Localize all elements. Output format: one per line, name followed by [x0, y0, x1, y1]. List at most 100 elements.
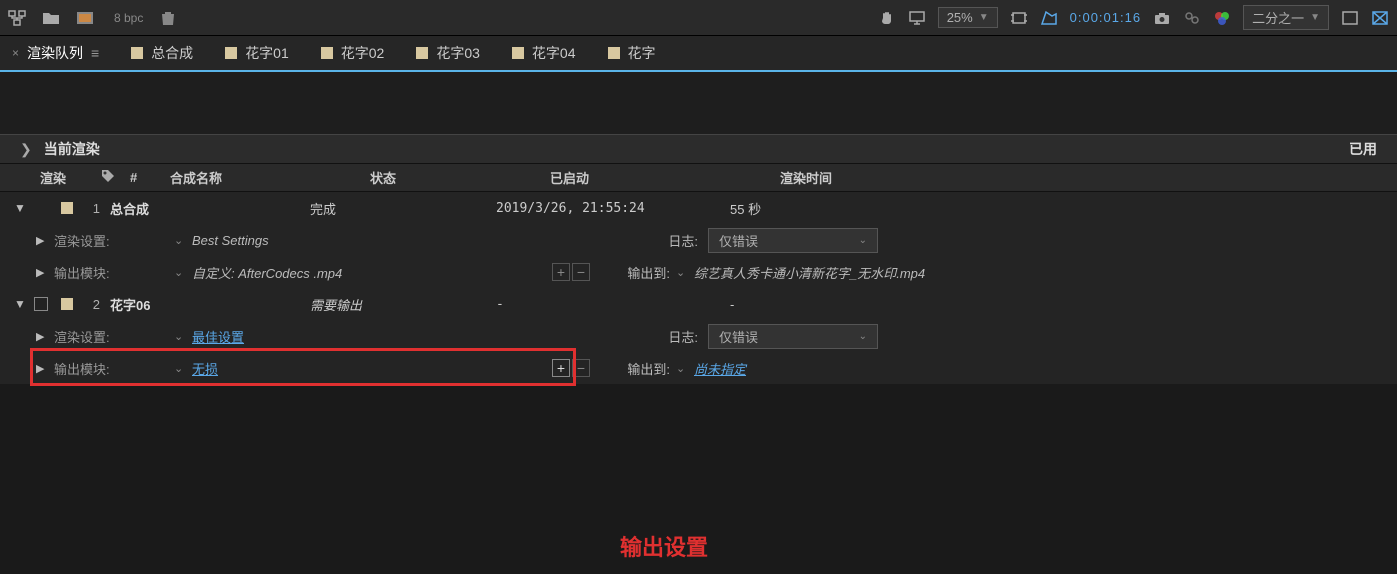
- minus-button[interactable]: −: [572, 263, 590, 281]
- render-settings-row: ▶ 渲染设置: ⌄ Best Settings 日志: 仅错误 ⌄: [0, 224, 1397, 256]
- tab-comp-2[interactable]: 花字02: [319, 39, 387, 67]
- plus-button[interactable]: +: [552, 263, 570, 281]
- expand-triangle-icon[interactable]: ▼: [14, 201, 28, 215]
- tab-comp-3[interactable]: 花字03: [414, 39, 482, 67]
- tab-comp-4[interactable]: 花字04: [510, 39, 578, 67]
- tab-label: 花字: [628, 43, 656, 63]
- col-comp-name: 合成名称: [170, 168, 370, 187]
- trash-icon[interactable]: [159, 10, 177, 26]
- label-swatch[interactable]: [54, 298, 80, 310]
- output-module-value[interactable]: 无损: [192, 359, 552, 378]
- chevron-down-icon: ⌄: [859, 331, 867, 342]
- item-status: 完成: [310, 199, 496, 218]
- tab-menu-icon[interactable]: ≡: [91, 45, 99, 61]
- channels-icon[interactable]: [1213, 10, 1231, 26]
- col-status: 状态: [370, 168, 550, 187]
- chevron-down-icon[interactable]: ⌄: [174, 330, 192, 343]
- tab-comp-0[interactable]: 总合成: [129, 39, 195, 67]
- comp-name: 总合成: [110, 199, 310, 218]
- item-number: 2: [80, 297, 110, 312]
- composition-icon[interactable]: [76, 10, 94, 26]
- item-render-time: -: [730, 297, 734, 312]
- expand-triangle-icon[interactable]: ▼: [14, 297, 28, 311]
- add-remove-buttons: + −: [552, 359, 590, 377]
- zoom-dropdown[interactable]: 25% ▼: [938, 7, 998, 28]
- output-module-label: 输出模块:: [54, 359, 174, 378]
- render-checkbox[interactable]: [28, 297, 54, 311]
- expand-triangle-icon[interactable]: ▶: [36, 234, 54, 247]
- plus-button[interactable]: +: [552, 359, 570, 377]
- add-remove-buttons: + −: [552, 263, 590, 281]
- comp-name: 花字06: [110, 295, 310, 314]
- current-render-header[interactable]: ❯ 当前渲染 已用: [0, 134, 1397, 164]
- item-number: 1: [80, 201, 110, 216]
- log-value: 仅错误: [719, 231, 758, 250]
- label-swatch[interactable]: [54, 202, 80, 214]
- camera-icon[interactable]: [1153, 10, 1171, 26]
- chevron-down-icon: ▼: [979, 12, 989, 23]
- expand-triangle-icon[interactable]: ▶: [36, 266, 54, 279]
- link-icon[interactable]: [1183, 10, 1201, 26]
- flowchart-icon[interactable]: [8, 10, 26, 26]
- item-started: 2019/3/26, 21:55:24: [496, 201, 730, 216]
- output-module-row: ▶ 输出模块: ⌄ 无损 + − 输出到: ⌄ 尚未指定: [0, 352, 1397, 384]
- chevron-down-icon: ▼: [1310, 12, 1320, 23]
- tab-comp-1[interactable]: 花字01: [223, 39, 291, 67]
- output-to-value[interactable]: 尚未指定: [694, 359, 746, 378]
- log-dropdown[interactable]: 仅错误 ⌄: [708, 228, 878, 253]
- col-tag: [100, 168, 130, 187]
- render-settings-label: 渲染设置:: [54, 327, 174, 346]
- tab-label: 花字03: [436, 43, 480, 63]
- output-module-value[interactable]: 自定义: AfterCodecs .mp4: [192, 263, 552, 282]
- output-to-value[interactable]: 综艺真人秀卡通小清新花字_无水印.mp4: [694, 263, 925, 282]
- chevron-down-icon[interactable]: ⌄: [676, 266, 694, 279]
- chevron-down-icon[interactable]: ⌄: [174, 362, 192, 375]
- chevron-down-icon[interactable]: ⌄: [676, 362, 694, 375]
- column-headers: 渲染 # 合成名称 状态 已启动 渲染时间: [0, 164, 1397, 192]
- folder-icon[interactable]: [42, 10, 60, 26]
- grid-icon[interactable]: [1341, 10, 1359, 26]
- timecode[interactable]: 0:00:01:16: [1070, 10, 1141, 25]
- comp-icon: [131, 47, 143, 59]
- close-icon[interactable]: ×: [12, 46, 19, 60]
- expand-triangle-icon[interactable]: ▶: [36, 362, 54, 375]
- render-settings-row: ▶ 渲染设置: ⌄ 最佳设置 日志: 仅错误 ⌄: [0, 320, 1397, 352]
- item-render-time: 55 秒: [730, 199, 761, 218]
- log-value: 仅错误: [719, 327, 758, 346]
- tab-label: 花字01: [245, 43, 289, 63]
- chevron-down-icon[interactable]: ⌄: [174, 266, 192, 279]
- item-status: 需要输出: [310, 295, 496, 314]
- render-item-row[interactable]: ▼ 1 总合成 完成 2019/3/26, 21:55:24 55 秒: [0, 192, 1397, 224]
- log-dropdown[interactable]: 仅错误 ⌄: [708, 324, 878, 349]
- mask-icon[interactable]: [1040, 10, 1058, 26]
- monitor-icon[interactable]: [908, 10, 926, 26]
- tab-comp-5[interactable]: 花字: [606, 39, 658, 67]
- render-settings-label: 渲染设置:: [54, 231, 174, 250]
- output-module-row: ▶ 输出模块: ⌄ 自定义: AfterCodecs .mp4 + − 输出到:…: [0, 256, 1397, 288]
- render-settings-value[interactable]: Best Settings: [192, 233, 552, 248]
- zoom-value: 25%: [947, 10, 973, 25]
- resolution-value: 二分之一: [1252, 8, 1304, 27]
- item-started: -: [496, 297, 730, 312]
- resolution-dropdown[interactable]: 二分之一 ▼: [1243, 5, 1329, 30]
- pixel-aspect-icon[interactable]: [1371, 10, 1389, 26]
- render-settings-value[interactable]: 最佳设置: [192, 327, 552, 346]
- hand-icon[interactable]: [878, 10, 896, 26]
- tab-label: 总合成: [151, 43, 193, 63]
- bpc-label[interactable]: 8 bpc: [114, 11, 143, 25]
- output-module-label: 输出模块:: [54, 263, 174, 282]
- minus-button[interactable]: −: [572, 359, 590, 377]
- col-render-time: 渲染时间: [780, 168, 980, 187]
- comp-icon: [321, 47, 333, 59]
- col-render: 渲染: [40, 168, 100, 187]
- empty-area: [0, 72, 1397, 134]
- crop-icon[interactable]: [1010, 10, 1028, 26]
- log-label: 日志:: [632, 231, 708, 250]
- chevron-down-icon[interactable]: ⌄: [174, 234, 192, 247]
- expand-triangle-icon[interactable]: ▶: [36, 330, 54, 343]
- tab-label: 花字02: [341, 43, 385, 63]
- comp-icon: [512, 47, 524, 59]
- tab-render-queue[interactable]: × 渲染队列 ≡: [10, 39, 101, 67]
- render-item-row[interactable]: ▼ 2 花字06 需要输出 - -: [0, 288, 1397, 320]
- comp-icon: [608, 47, 620, 59]
